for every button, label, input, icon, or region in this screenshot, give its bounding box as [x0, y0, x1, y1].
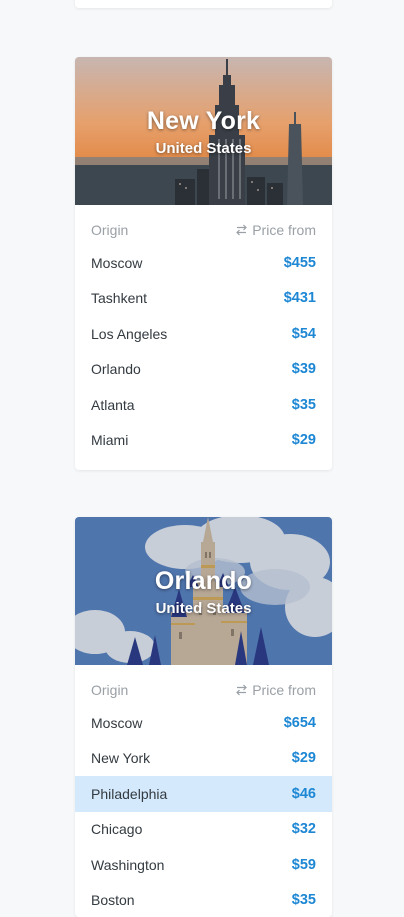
- route-row[interactable]: New York $29: [75, 741, 332, 777]
- route-row[interactable]: Los Angeles $54: [75, 316, 332, 352]
- price-table-header: Origin Price from: [75, 205, 332, 245]
- destination-country-name: United States: [75, 140, 332, 157]
- route-row[interactable]: Miami $29: [75, 423, 332, 459]
- route-price: $29: [292, 750, 316, 766]
- route-row[interactable]: Orlando $39: [75, 352, 332, 388]
- swap-arrows-icon: [235, 684, 248, 696]
- route-row[interactable]: Washington $59: [75, 847, 332, 883]
- route-origin: Chicago: [91, 821, 142, 837]
- route-price: $455: [284, 255, 316, 271]
- previous-card-bottom: [75, 0, 332, 8]
- route-origin: Moscow: [91, 715, 142, 731]
- destination-city-name: New York: [75, 107, 332, 136]
- route-origin: New York: [91, 750, 150, 766]
- price-column-header[interactable]: Price from: [235, 222, 316, 238]
- route-price: $32: [292, 821, 316, 837]
- origin-column-header: Origin: [91, 682, 128, 698]
- swap-arrows-icon: [235, 224, 248, 236]
- route-origin: Atlanta: [91, 397, 135, 413]
- route-origin: Moscow: [91, 255, 142, 271]
- route-origin: Washington: [91, 857, 164, 873]
- route-price: $431: [284, 290, 316, 306]
- route-price: $59: [292, 857, 316, 873]
- price-table-header: Origin Price from: [75, 665, 332, 705]
- price-column-header-label: Price from: [252, 682, 316, 698]
- route-origin: Tashkent: [91, 290, 147, 306]
- route-origin: Miami: [91, 432, 128, 448]
- city-hero-image: Orlando United States: [75, 517, 332, 665]
- route-price: $46: [292, 786, 316, 802]
- route-row[interactable]: Tashkent $431: [75, 281, 332, 317]
- route-row-highlighted[interactable]: Philadelphia $46: [75, 776, 332, 812]
- price-column-header-label: Price from: [252, 222, 316, 238]
- route-price: $654: [284, 715, 316, 731]
- route-origin: Orlando: [91, 361, 141, 377]
- price-list: Moscow $654 New York $29 Philadelphia $4…: [75, 705, 332, 917]
- origin-column-header: Origin: [91, 222, 128, 238]
- route-origin: Boston: [91, 892, 135, 908]
- route-row[interactable]: Chicago $32: [75, 812, 332, 848]
- route-price: $29: [292, 432, 316, 448]
- route-price: $35: [292, 892, 316, 908]
- route-price: $54: [292, 326, 316, 342]
- destination-country-name: United States: [75, 600, 332, 617]
- route-price: $35: [292, 397, 316, 413]
- city-hero-image: New York United States: [75, 57, 332, 205]
- price-column-header[interactable]: Price from: [235, 682, 316, 698]
- destination-card-orlando[interactable]: Orlando United States Origin Price from …: [75, 517, 332, 917]
- destination-city-name: Orlando: [75, 567, 332, 596]
- route-price: $39: [292, 361, 316, 377]
- destination-card-new-york[interactable]: New York United States Origin Price from…: [75, 57, 332, 470]
- route-origin: Philadelphia: [91, 786, 167, 802]
- route-row[interactable]: Moscow $654: [75, 705, 332, 741]
- route-row[interactable]: Moscow $455: [75, 245, 332, 281]
- route-row[interactable]: Atlanta $35: [75, 387, 332, 423]
- price-list: Moscow $455 Tashkent $431 Los Angeles $5…: [75, 245, 332, 470]
- route-origin: Los Angeles: [91, 326, 167, 342]
